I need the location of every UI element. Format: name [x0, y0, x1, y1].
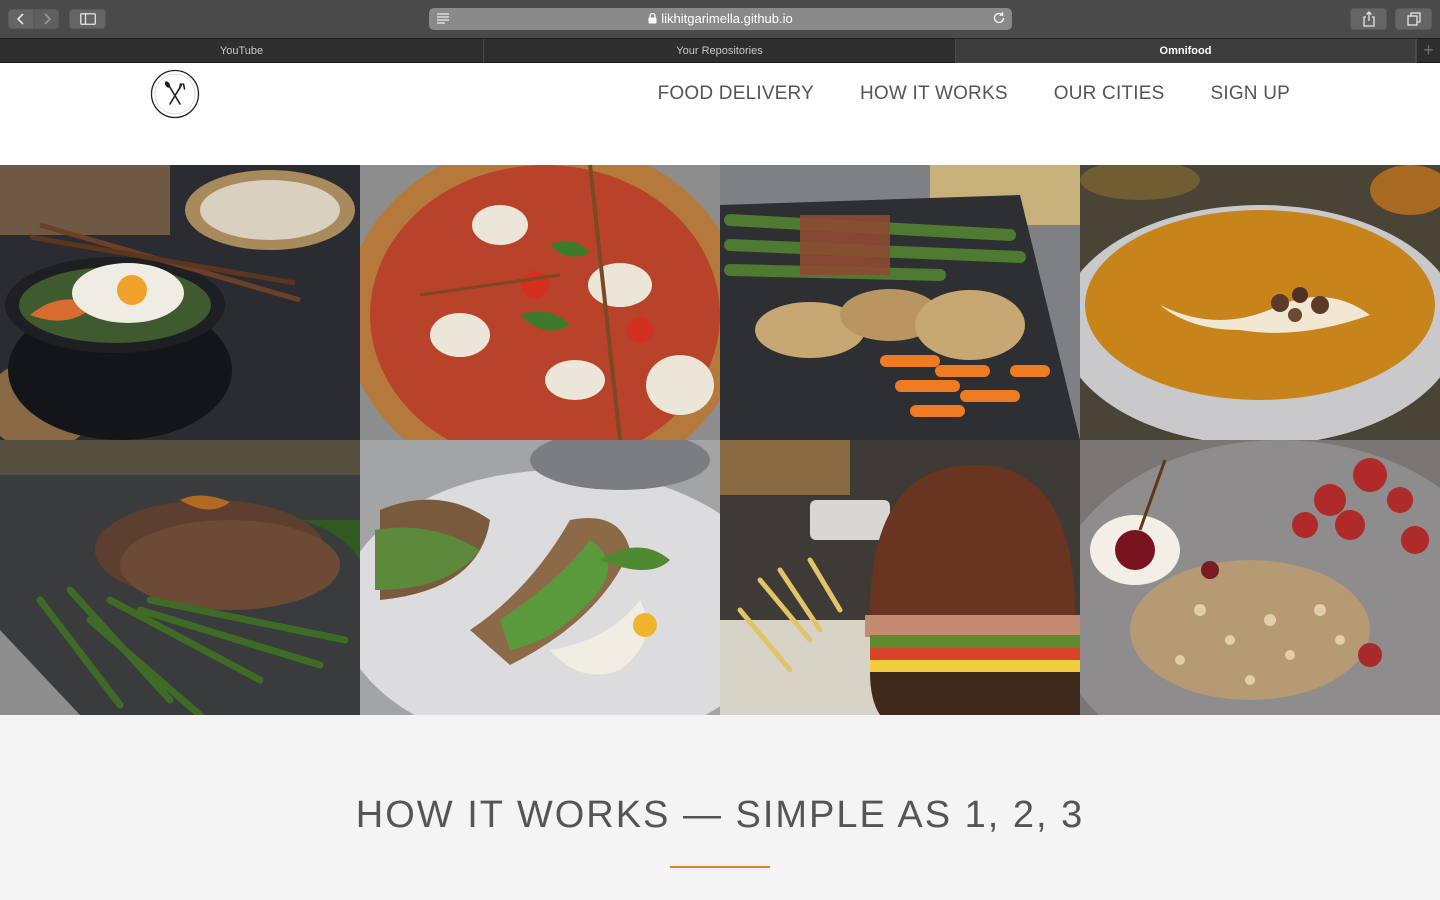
meals-gallery	[0, 165, 1440, 715]
bibimbap-photo	[0, 165, 360, 440]
share-icon	[1362, 11, 1375, 27]
sidebar-toggle-button[interactable]	[69, 9, 106, 29]
main-nav: FOOD DELIVERY HOW IT WORKS OUR CITIES SI…	[612, 63, 1290, 124]
granola-berries-photo	[1080, 440, 1440, 715]
webpage: FOOD DELIVERY HOW IT WORKS OUR CITIES SI…	[0, 63, 1440, 900]
pizza-photo	[360, 165, 720, 440]
title-underline	[670, 866, 770, 868]
tab-youtube[interactable]: YouTube	[0, 39, 484, 63]
nav-food-delivery[interactable]: FOOD DELIVERY	[658, 83, 814, 105]
sandwich-photo	[360, 440, 720, 715]
forward-button[interactable]	[34, 9, 59, 29]
header-spacer	[0, 124, 1440, 165]
tab-bar: YouTube Your Repositories Omnifood +	[0, 38, 1440, 63]
section-title: HOW IT WORKS — SIMPLE AS 1, 2, 3	[355, 794, 1085, 836]
site-header: FOOD DELIVERY HOW IT WORKS OUR CITIES SI…	[0, 63, 1440, 124]
share-button[interactable]	[1350, 8, 1387, 30]
address-bar[interactable]: likhitgarimella.github.io	[429, 8, 1012, 30]
chevron-right-icon	[43, 13, 51, 25]
url-text: likhitgarimella.github.io	[661, 11, 793, 26]
how-it-works-section: HOW IT WORKS — SIMPLE AS 1, 2, 3	[0, 715, 1440, 900]
asparagus-chicken-photo	[720, 165, 1080, 440]
tab-omnifood[interactable]: Omnifood	[956, 39, 1416, 63]
back-button[interactable]	[8, 9, 34, 29]
nav-sign-up[interactable]: SIGN UP	[1210, 83, 1290, 105]
omnifood-logo[interactable]	[150, 69, 200, 119]
tab-your-repositories[interactable]: Your Repositories	[484, 39, 956, 63]
pumpkin-soup-photo	[1080, 165, 1440, 440]
lock-icon	[648, 13, 657, 24]
reload-icon[interactable]	[992, 11, 1006, 25]
burger-photo	[720, 440, 1080, 715]
browser-toolbar: likhitgarimella.github.io	[0, 0, 1440, 38]
nav-our-cities[interactable]: OUR CITIES	[1054, 83, 1165, 105]
tabs-overview-icon	[1406, 12, 1421, 26]
new-tab-button[interactable]: +	[1416, 39, 1440, 63]
steak-beans-photo	[0, 440, 360, 715]
sidebar-icon	[79, 13, 96, 25]
show-tabs-button[interactable]	[1395, 8, 1432, 30]
chevron-left-icon	[16, 13, 24, 25]
nav-how-it-works[interactable]: HOW IT WORKS	[860, 83, 1008, 105]
